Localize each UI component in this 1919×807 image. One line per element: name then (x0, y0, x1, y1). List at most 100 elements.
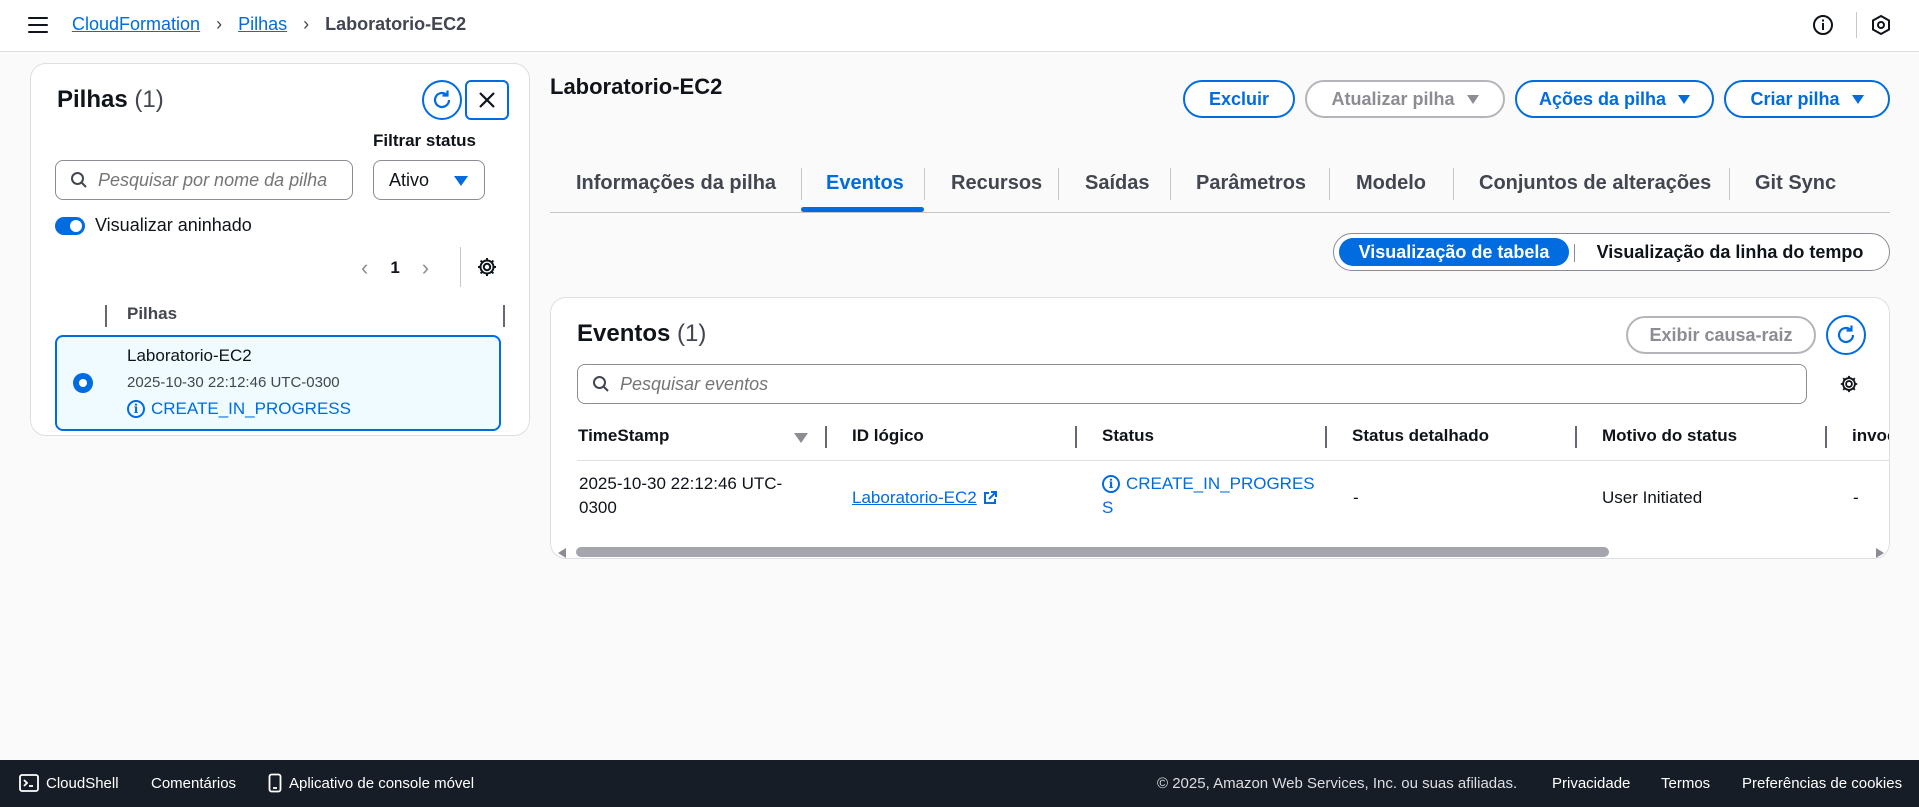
divider (460, 247, 461, 287)
terms-link[interactable]: Termos (1661, 775, 1710, 792)
close-panel-button[interactable] (465, 80, 509, 120)
tab-stack-info[interactable]: Informações da pilha (576, 172, 776, 195)
stack-name: Laboratorio-EC2 (127, 346, 252, 365)
gear-icon[interactable] (1839, 374, 1859, 394)
create-stack-button[interactable]: Criar pilha (1724, 80, 1890, 118)
column-header-logical-id[interactable]: ID lógico (852, 426, 924, 446)
next-page-icon[interactable]: › (422, 255, 429, 281)
events-count: (1) (677, 320, 707, 347)
search-icon (71, 172, 87, 188)
tab-events[interactable]: Eventos (826, 172, 904, 195)
delete-button-label: Excluir (1208, 88, 1270, 109)
tab-divider (1329, 168, 1330, 200)
comments-link[interactable]: Comentários (151, 775, 236, 792)
info-icon[interactable] (1812, 14, 1834, 36)
column-header-invoc[interactable]: invoc (1852, 426, 1889, 446)
mobile-app-label: Aplicativo de console móvel (289, 774, 475, 792)
timeline-view-option[interactable]: Visualização da linha do tempo (1580, 238, 1880, 266)
cloudshell-link[interactable]: CloudShell (19, 773, 119, 793)
terminal-icon (19, 774, 39, 792)
stacks-title-text: Pilhas (57, 86, 128, 113)
refresh-events-button[interactable] (1826, 315, 1866, 355)
stack-search-field[interactable] (55, 160, 353, 200)
update-stack-button[interactable]: Atualizar pilha (1305, 80, 1505, 118)
cell-invoc: - (1853, 488, 1859, 507)
page-title: Laboratorio-EC2 (550, 74, 723, 99)
tab-divider (1170, 168, 1171, 200)
column-header-status[interactable]: Status (1102, 426, 1154, 446)
copyright-text: © 2025, Amazon Web Services, Inc. ou sua… (1157, 775, 1518, 792)
column-divider[interactable] (1825, 426, 1827, 448)
column-divider (503, 305, 505, 327)
info-status-icon: i (1102, 475, 1120, 493)
gear-icon[interactable] (476, 256, 498, 278)
stack-radio-selected[interactable] (73, 373, 93, 393)
tab-divider (924, 168, 925, 200)
settings-hexagon-icon[interactable] (1870, 14, 1892, 36)
chevron-right-icon: › (216, 14, 223, 34)
column-divider[interactable] (825, 426, 827, 448)
stack-actions-button[interactable]: Ações da pilha (1515, 80, 1714, 118)
cell-detailed-status: - (1353, 488, 1359, 507)
tab-change-sets[interactable]: Conjuntos de alterações (1479, 172, 1711, 195)
nested-view-toggle[interactable] (55, 216, 85, 235)
status-text-wrap: S (1102, 498, 1114, 517)
scrollbar-thumb[interactable] (576, 547, 1609, 557)
scroll-right-icon[interactable] (1876, 548, 1884, 558)
nested-view-toggle-row: Visualizar aninhado (55, 215, 252, 236)
breadcrumb-current: Laboratorio-EC2 (325, 14, 467, 34)
tab-resources[interactable]: Recursos (951, 172, 1042, 195)
delete-button[interactable]: Excluir (1183, 80, 1295, 118)
column-header-detailed-status[interactable]: Status detalhado (1352, 426, 1489, 446)
refresh-stacks-button[interactable] (422, 80, 462, 120)
mobile-app-link[interactable]: Aplicativo de console móvel (268, 773, 474, 793)
column-header-timestamp[interactable]: TimeStamp (578, 426, 669, 446)
column-divider[interactable] (1575, 426, 1577, 448)
logical-id-link[interactable]: Laboratorio-EC2 (852, 486, 998, 510)
timestamp-line: 0300 (579, 498, 617, 517)
filter-status-select[interactable]: Ativo (373, 160, 485, 200)
info-status-icon: i (127, 400, 145, 418)
events-search-input[interactable] (620, 373, 1652, 395)
column-divider[interactable] (1075, 426, 1077, 448)
breadcrumb-cloudformation[interactable]: CloudFormation (72, 14, 200, 35)
page-number[interactable]: 1 (390, 258, 399, 278)
events-title-text: Eventos (577, 320, 671, 347)
tab-git-sync[interactable]: Git Sync (1755, 172, 1836, 195)
column-header-status-reason[interactable]: Motivo do status (1602, 426, 1737, 446)
table-view-option[interactable]: Visualização de tabela (1339, 238, 1569, 266)
cell-status: i CREATE_IN_PROGRES S (1102, 472, 1315, 520)
breadcrumb-pilhas[interactable]: Pilhas (238, 14, 287, 35)
tab-parameters[interactable]: Parâmetros (1196, 172, 1306, 195)
menu-icon[interactable] (28, 17, 48, 33)
stack-date: 2025-10-30 22:12:46 UTC-0300 (127, 374, 340, 391)
status-line: i CREATE_IN_PROGRES (1102, 472, 1315, 496)
events-search-field[interactable] (577, 364, 1807, 404)
table-header-divider (577, 460, 1889, 461)
stack-tabs: Informações da pilha Eventos Recursos Sa… (550, 162, 1890, 213)
horizontal-scrollbar[interactable] (554, 545, 1888, 558)
tab-template[interactable]: Modelo (1356, 172, 1426, 195)
cookie-preferences-link[interactable]: Preferências de cookies (1742, 775, 1902, 792)
update-stack-label: Atualizar pilha (1331, 88, 1455, 109)
filter-status-value: Ativo (389, 169, 430, 190)
stack-row[interactable]: Laboratorio-EC2 2025-10-30 22:12:46 UTC-… (55, 335, 501, 431)
stack-search-input[interactable] (98, 169, 338, 191)
pagination: ‹ 1 › (361, 255, 429, 281)
stacks-panel-title: Pilhas (1) (57, 86, 164, 114)
scroll-left-icon[interactable] (558, 548, 566, 558)
previous-page-icon[interactable]: ‹ (361, 255, 368, 281)
caret-down-icon (454, 176, 468, 186)
show-root-cause-button[interactable]: Exibir causa-raiz (1626, 316, 1816, 354)
tab-divider (1453, 168, 1454, 200)
privacy-link[interactable]: Privacidade (1552, 775, 1630, 792)
sort-descending-icon[interactable] (794, 433, 808, 443)
status-text: CREATE_IN_PROGRES (1126, 474, 1315, 493)
external-link-icon (983, 491, 997, 504)
column-divider[interactable] (1325, 426, 1327, 448)
console-footer: CloudShell Comentários Aplicativo de con… (0, 760, 1919, 807)
divider (1856, 12, 1857, 38)
refresh-icon (1837, 325, 1855, 344)
chevron-right-icon: › (303, 14, 310, 34)
tab-outputs[interactable]: Saídas (1085, 172, 1149, 195)
